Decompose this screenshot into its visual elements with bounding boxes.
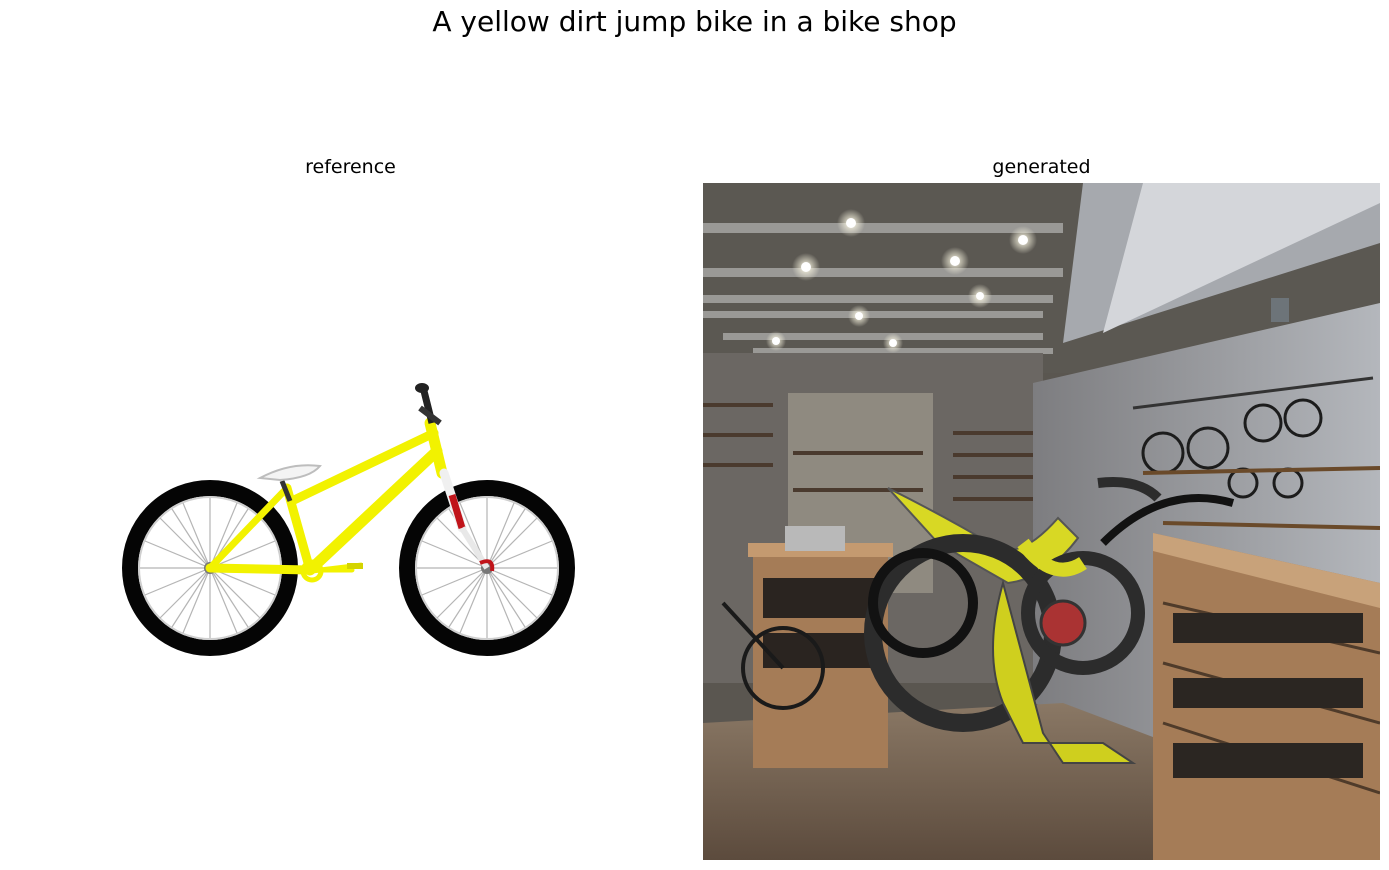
panel-title-reference: reference: [305, 156, 396, 178]
generated-image: [703, 183, 1380, 860]
right-counter: [1153, 533, 1380, 860]
reference-image: [12, 183, 689, 860]
handlebar: [415, 383, 442, 426]
wall-box: [1271, 298, 1289, 322]
panel-title-generated: generated: [992, 156, 1091, 178]
figure-title: A yellow dirt jump bike in a bike shop: [432, 5, 957, 38]
